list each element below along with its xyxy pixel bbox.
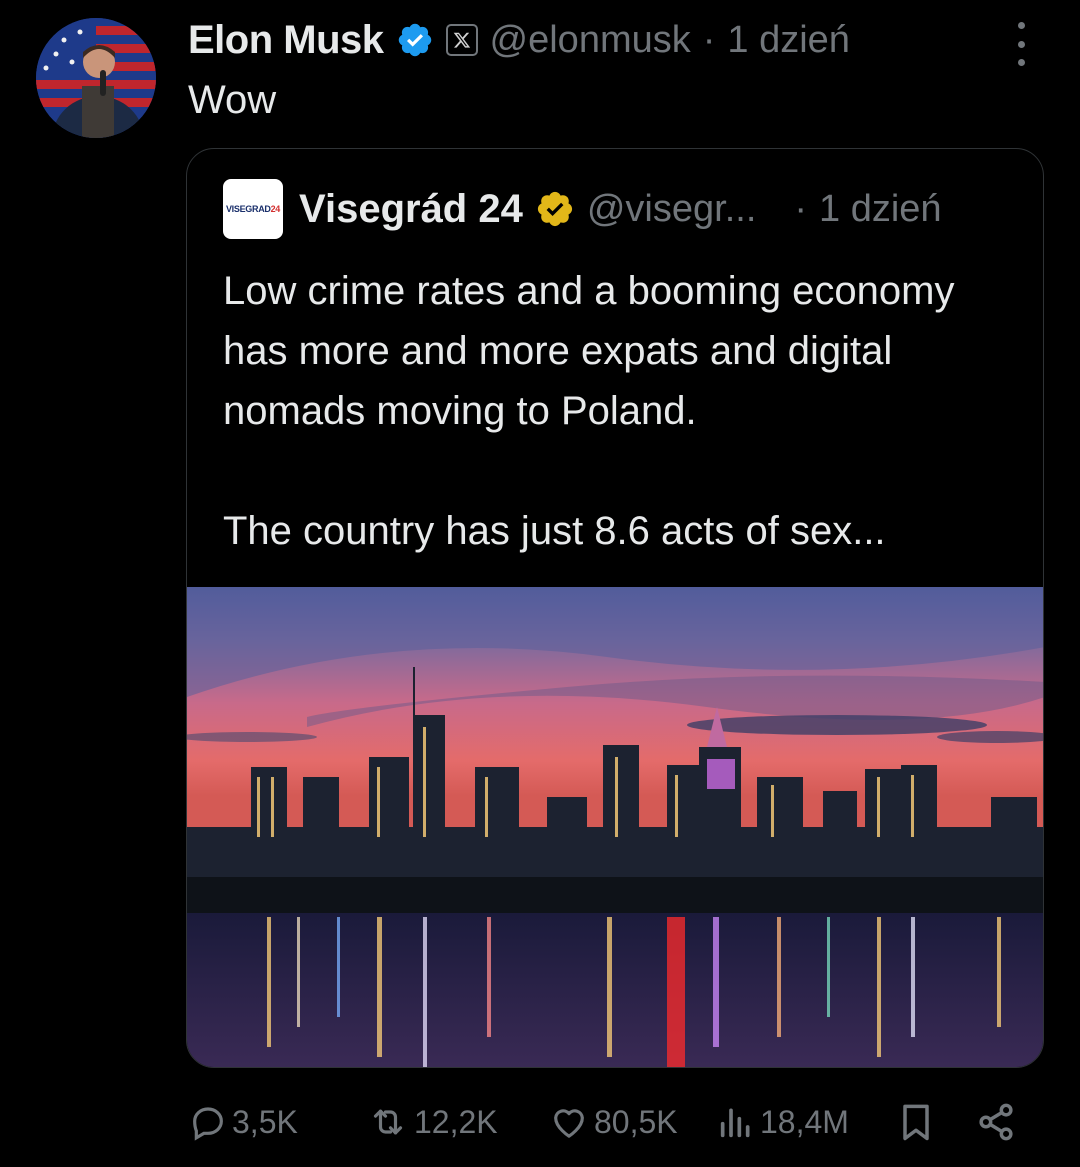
quoted-logo-accent: 24	[270, 204, 281, 214]
tweet-timestamp[interactable]: 1 dzień	[727, 19, 850, 62]
views-button[interactable]: 18,4M	[716, 1096, 849, 1148]
avatar-image	[36, 18, 156, 138]
quoted-author-handle[interactable]: @visegr...	[587, 188, 757, 231]
author-handle[interactable]: @elonmusk	[490, 19, 691, 62]
views-icon	[720, 1108, 750, 1138]
quoted-tweet-card[interactable]: VISEGRAD 24 Visegrád 24 @visegr... · 1 dz…	[186, 148, 1044, 1068]
quoted-media-image[interactable]	[187, 587, 1043, 1067]
heart-icon	[554, 1109, 584, 1138]
more-options-icon[interactable]	[1006, 22, 1036, 66]
like-count: 80,5K	[594, 1103, 678, 1140]
reply-count: 3,5K	[232, 1103, 298, 1140]
quoted-tweet-header: VISEGRAD 24 Visegrád 24 @visegr... · 1 dz…	[223, 179, 942, 239]
repost-button[interactable]: 12,2K	[366, 1096, 498, 1148]
bookmark-button[interactable]	[894, 1096, 938, 1148]
quoted-author-avatar[interactable]: VISEGRAD 24	[223, 179, 283, 239]
quoted-paragraph: Low crime rates and a booming economy ha…	[223, 269, 955, 433]
tweet-text: Wow	[188, 78, 277, 122]
quoted-logo-text: VISEGRAD	[225, 204, 271, 214]
reply-button[interactable]: 3,5K	[188, 1096, 298, 1148]
repost-count: 12,2K	[414, 1103, 498, 1140]
share-icon	[979, 1103, 1013, 1141]
x-logo-icon	[445, 24, 478, 56]
verified-badge-icon[interactable]	[396, 21, 434, 59]
separator-dot: ·	[702, 18, 716, 61]
bookmark-icon	[903, 1104, 929, 1141]
author-avatar[interactable]	[36, 18, 156, 138]
verified-gold-badge-icon[interactable]	[535, 189, 575, 229]
tweet-actions: 3,5K 12,2K 80,5K 18,4M	[188, 1096, 1038, 1148]
like-button[interactable]: 80,5K	[548, 1096, 678, 1148]
quoted-tweet-text: Low crime rates and a booming economy ha…	[223, 261, 1013, 561]
quoted-paragraph-truncated: The country has just 8.6 acts of sex...	[223, 509, 886, 553]
reply-icon	[193, 1107, 223, 1141]
separator-dot: ·	[794, 187, 808, 230]
share-button[interactable]	[974, 1096, 1018, 1148]
views-count: 18,4M	[760, 1103, 849, 1140]
tweet-header: Elon Musk @elonmusk · 1 dzień	[188, 12, 850, 68]
author-name[interactable]: Elon Musk	[188, 18, 384, 63]
quoted-author-name[interactable]: Visegrád 24	[299, 187, 523, 232]
quoted-tweet-timestamp[interactable]: 1 dzień	[819, 188, 942, 231]
repost-icon	[373, 1109, 403, 1135]
